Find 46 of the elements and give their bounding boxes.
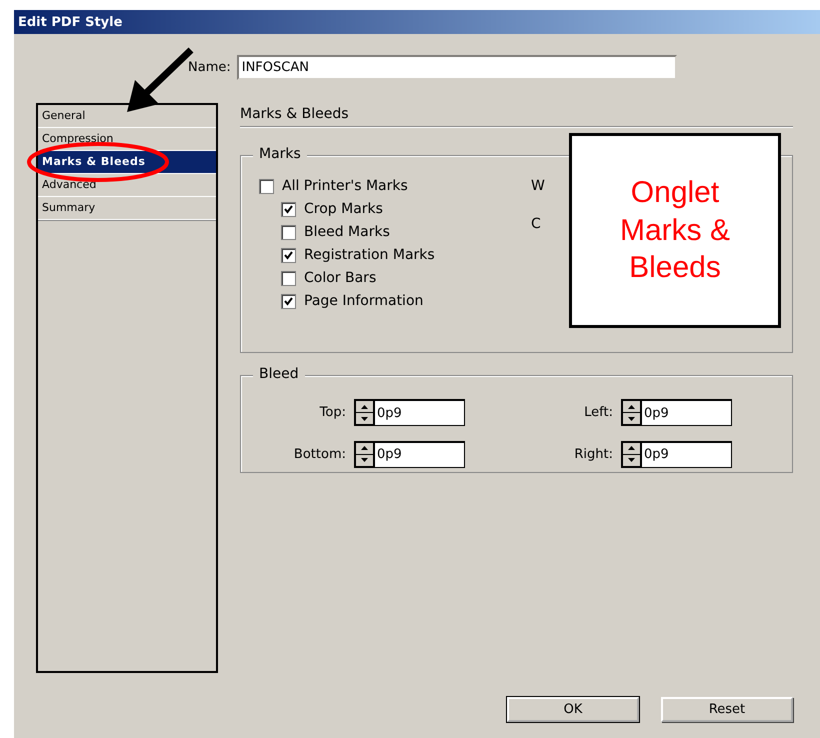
partial-label: W [531,178,545,194]
dialog-button[interactable]: Reset [661,697,793,722]
checkbox-label: Color Bars [304,270,376,286]
down-arrow-icon [361,458,368,462]
category-item[interactable]: Marks & Bleeds [38,151,216,174]
field-label: Left: [584,405,613,420]
checkbox-box[interactable] [281,248,296,262]
checkbox[interactable]: Bleed Marks [281,224,531,240]
checkbox-box[interactable] [259,178,274,194]
down-arrow-icon [628,416,635,421]
spin-field[interactable]: 0p9 [642,440,732,468]
partial-label: C [531,216,542,232]
spin-field[interactable]: 0p9 [375,440,465,468]
section-title: Marks & Bleeds [240,103,793,127]
checkbox-label: All Printer's Marks [282,178,408,194]
name-field[interactable]: INFOSCAN [236,55,677,80]
category-item[interactable]: Advanced [38,174,216,197]
up-arrow-icon [361,404,368,409]
callout-text: Onglet Marks & Bleeds [618,175,731,286]
spin-field[interactable]: 0p9 [375,399,465,426]
checkbox-box[interactable] [281,294,296,308]
field-label: Right: [574,446,613,462]
checkbox[interactable]: Crop Marks [281,201,531,217]
checkbox[interactable]: Registration Marks [281,247,531,263]
spin-field[interactable]: 0p9 [642,399,732,426]
checkbox[interactable]: Color Bars [281,270,531,286]
category-item[interactable]: Summary [38,197,216,220]
checkbox-box[interactable] [281,224,296,240]
checkbox-label: Page Information [304,293,424,309]
checkbox-label: Registration Marks [304,247,435,263]
field-label: Top: [320,405,346,420]
down-arrow-icon [628,458,635,462]
field-label: Bottom: [294,446,346,462]
checkbox[interactable]: All Printer's Marks [259,178,531,194]
checkbox[interactable]: Page Information [281,293,531,309]
checkbox-box[interactable] [281,270,296,286]
up-arrow-icon [628,446,635,450]
checkbox-box[interactable] [281,202,296,216]
name-label: Name: [188,60,231,75]
down-arrow-icon [361,416,368,421]
up-arrow-icon [628,404,635,409]
checkbox-label: Crop Marks [304,201,383,217]
checkbox-label: Bleed Marks [304,224,390,240]
window-title: Edit PDF Style [14,10,820,34]
dialog-button[interactable]: OK [507,697,639,722]
up-arrow-icon [361,446,368,450]
